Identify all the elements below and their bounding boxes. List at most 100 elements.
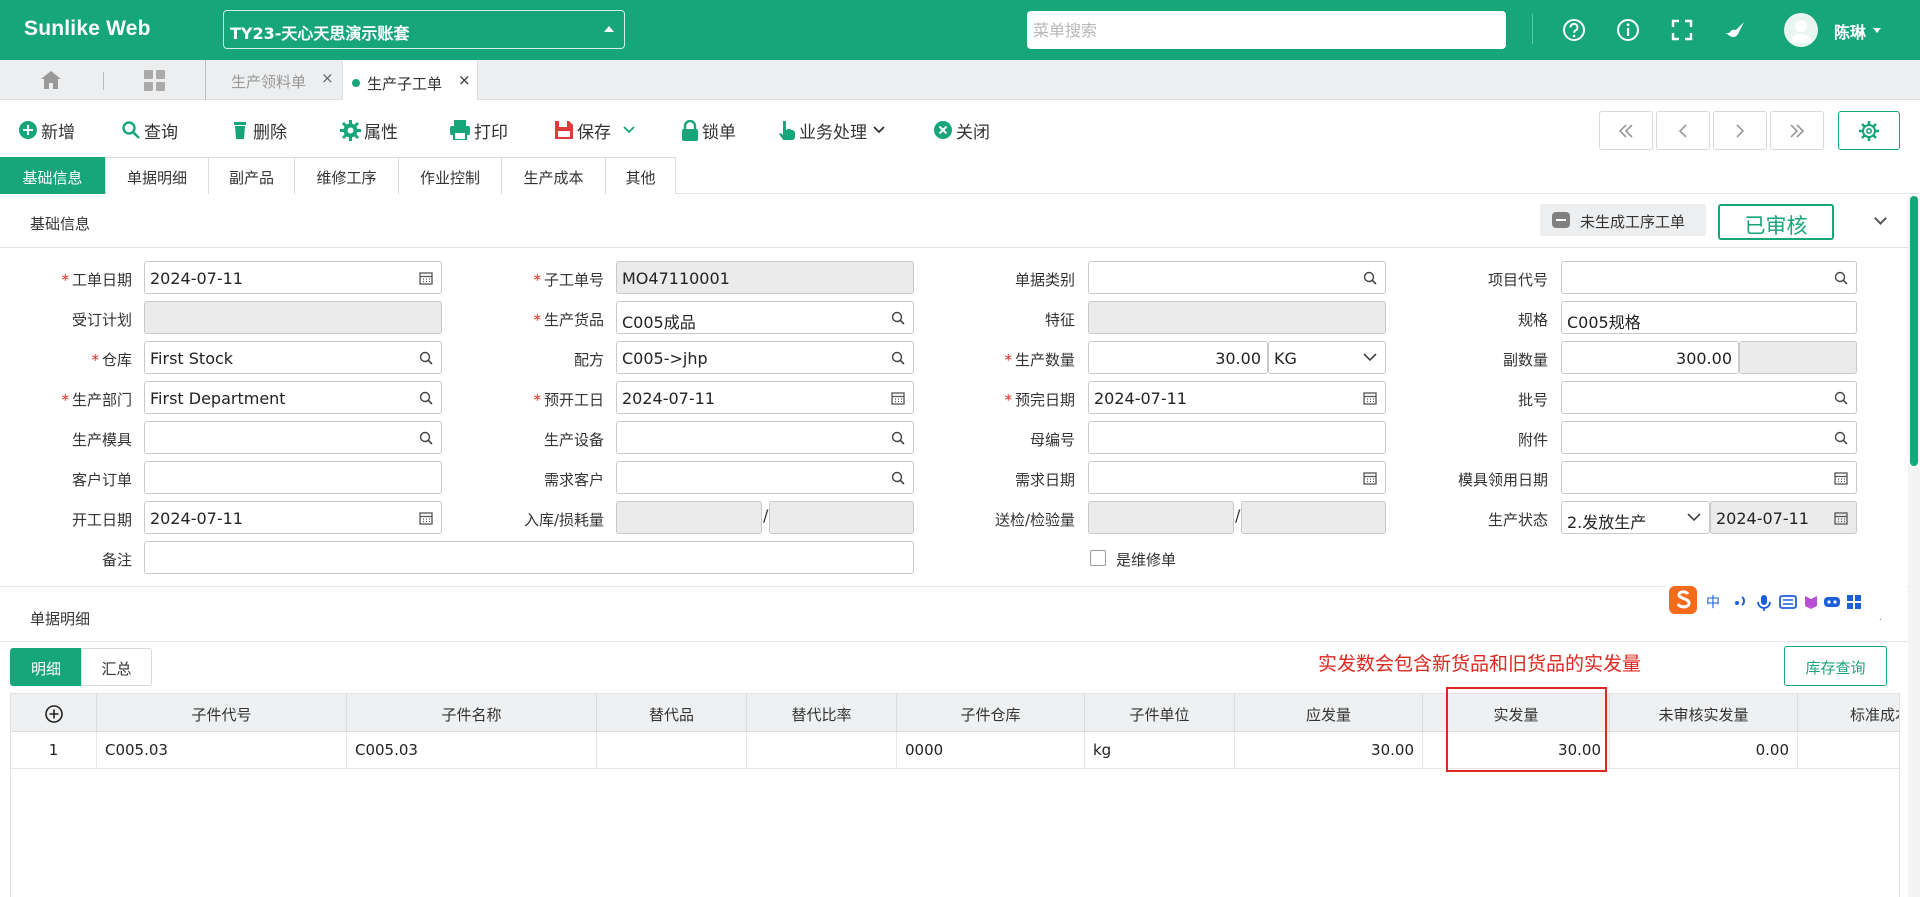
- search-icon[interactable]: [891, 351, 905, 365]
- calendar-icon[interactable]: [1363, 471, 1377, 485]
- business-menu-button[interactable]: 业务处理: [778, 118, 888, 143]
- loss-qty-field[interactable]: [769, 501, 914, 534]
- first-record-button[interactable]: [1599, 111, 1653, 150]
- caret-down-icon[interactable]: [1873, 28, 1881, 33]
- column-header[interactable]: 未审核实发量: [1610, 694, 1798, 732]
- print-button[interactable]: 打印: [449, 118, 508, 143]
- prod-qty-unit-select[interactable]: KG: [1268, 341, 1386, 374]
- inspected-qty-field[interactable]: [1241, 501, 1386, 534]
- plan-start-field[interactable]: 2024-07-11: [616, 381, 914, 414]
- info-icon[interactable]: [1614, 16, 1642, 44]
- project-code-field[interactable]: [1561, 261, 1857, 294]
- cell-due-qty[interactable]: 30.00: [1235, 732, 1423, 769]
- feature-field[interactable]: [1088, 301, 1386, 334]
- in-qty-field[interactable]: [616, 501, 762, 534]
- start-date-field[interactable]: 2024-07-11: [144, 501, 442, 534]
- tab-sub-work-order[interactable]: 生产子工单 ×: [342, 60, 478, 100]
- mold-field[interactable]: [144, 421, 442, 454]
- column-header[interactable]: 子件单位: [1085, 694, 1235, 732]
- next-record-button[interactable]: [1713, 111, 1767, 150]
- cell-warehouse[interactable]: 0000: [897, 732, 1085, 769]
- delete-button[interactable]: 删除: [230, 118, 287, 143]
- cell-ratio[interactable]: [747, 732, 897, 769]
- search-icon[interactable]: [419, 391, 433, 405]
- menu-search-input[interactable]: [1027, 11, 1506, 49]
- grid-icon[interactable]: [144, 70, 165, 91]
- sub-qty-field[interactable]: 300.00: [1561, 341, 1739, 374]
- search-icon[interactable]: [1834, 391, 1848, 405]
- cell-standard-cost[interactable]: [1798, 732, 1899, 769]
- calendar-icon[interactable]: [419, 271, 433, 285]
- tab-summary[interactable]: 汇总: [81, 648, 152, 686]
- demand-date-field[interactable]: [1088, 461, 1386, 494]
- stock-query-button[interactable]: 库存查询: [1784, 646, 1887, 686]
- work-date-field[interactable]: 2024-07-11: [144, 261, 442, 294]
- column-header[interactable]: 替代品: [597, 694, 747, 732]
- tab-document-details[interactable]: 单据明细: [105, 157, 209, 194]
- column-header[interactable]: 子件名称: [347, 694, 597, 732]
- equipment-field[interactable]: [616, 421, 914, 454]
- query-button[interactable]: 查询: [121, 118, 178, 143]
- settings-button[interactable]: [1838, 111, 1900, 150]
- collapse-chevron-icon[interactable]: [1874, 212, 1887, 225]
- calendar-icon[interactable]: [891, 391, 905, 405]
- product-field[interactable]: C005成品: [616, 301, 914, 334]
- department-field[interactable]: First Department: [144, 381, 442, 414]
- batch-no-field[interactable]: [1561, 381, 1857, 414]
- column-header[interactable]: 标准成本: [1798, 694, 1899, 732]
- cell-unaudited-qty[interactable]: 0.00: [1610, 732, 1798, 769]
- column-header[interactable]: 替代比率: [747, 694, 897, 732]
- cell-code[interactable]: C005.03: [97, 732, 347, 769]
- send-inspect-field[interactable]: [1088, 501, 1234, 534]
- cell-name[interactable]: C005.03: [347, 732, 597, 769]
- search-icon[interactable]: [1834, 271, 1848, 285]
- help-icon[interactable]: [1560, 16, 1588, 44]
- repair-order-checkbox[interactable]: [1090, 550, 1106, 566]
- save-button[interactable]: 保存: [554, 118, 638, 143]
- remark-field[interactable]: [144, 541, 914, 574]
- tab-other[interactable]: 其他: [605, 157, 676, 194]
- previous-record-button[interactable]: [1656, 111, 1710, 150]
- tab-repair-process[interactable]: 维修工序: [294, 157, 399, 194]
- sub-qty-unit-field[interactable]: [1739, 341, 1857, 374]
- search-icon[interactable]: [1363, 271, 1377, 285]
- column-header[interactable]: 子件仓库: [897, 694, 1085, 732]
- calendar-icon[interactable]: [1834, 511, 1848, 525]
- add-row-icon[interactable]: [44, 704, 64, 724]
- close-button[interactable]: 关闭: [933, 118, 990, 143]
- account-selector[interactable]: TY23-天心天思演示账套: [223, 10, 625, 49]
- tab-production-cost[interactable]: 生产成本: [501, 157, 606, 194]
- tab-basic-info[interactable]: 基础信息: [0, 157, 105, 194]
- parent-no-field[interactable]: [1088, 421, 1386, 454]
- attachment-field[interactable]: [1561, 421, 1857, 454]
- search-icon[interactable]: [891, 471, 905, 485]
- doc-category-field[interactable]: [1088, 261, 1386, 294]
- plan-finish-field[interactable]: 2024-07-11: [1088, 381, 1386, 414]
- cell-substitute[interactable]: [597, 732, 747, 769]
- status-date-field[interactable]: 2024-07-11: [1710, 501, 1857, 534]
- calendar-icon[interactable]: [1363, 391, 1377, 405]
- sub-order-no-field[interactable]: MO47110001: [616, 261, 914, 294]
- home-icon[interactable]: [40, 70, 62, 90]
- fullscreen-icon[interactable]: [1668, 16, 1696, 44]
- theme-icon[interactable]: [1720, 16, 1748, 44]
- tab-detail[interactable]: 明细: [10, 648, 82, 686]
- spec-field[interactable]: C005规格: [1561, 301, 1857, 334]
- column-header[interactable]: 应发量: [1235, 694, 1423, 732]
- lock-button[interactable]: 锁单: [681, 118, 736, 143]
- scrollbar-thumb[interactable]: [1910, 196, 1918, 466]
- search-icon[interactable]: [419, 431, 433, 445]
- last-record-button[interactable]: [1770, 111, 1824, 150]
- new-button[interactable]: 新增: [18, 118, 75, 143]
- formula-field[interactable]: C005->jhp: [616, 341, 914, 374]
- warehouse-field[interactable]: First Stock: [144, 341, 442, 374]
- search-icon[interactable]: [419, 351, 433, 365]
- chevron-down-icon[interactable]: [623, 126, 635, 134]
- tab-job-control[interactable]: 作业控制: [398, 157, 502, 194]
- cell-unit[interactable]: kg: [1085, 732, 1235, 769]
- search-icon[interactable]: [891, 431, 905, 445]
- calendar-icon[interactable]: [419, 511, 433, 525]
- properties-button[interactable]: 属性: [340, 118, 398, 143]
- user-name[interactable]: 陈琳: [1834, 19, 1866, 43]
- avatar[interactable]: [1784, 13, 1818, 47]
